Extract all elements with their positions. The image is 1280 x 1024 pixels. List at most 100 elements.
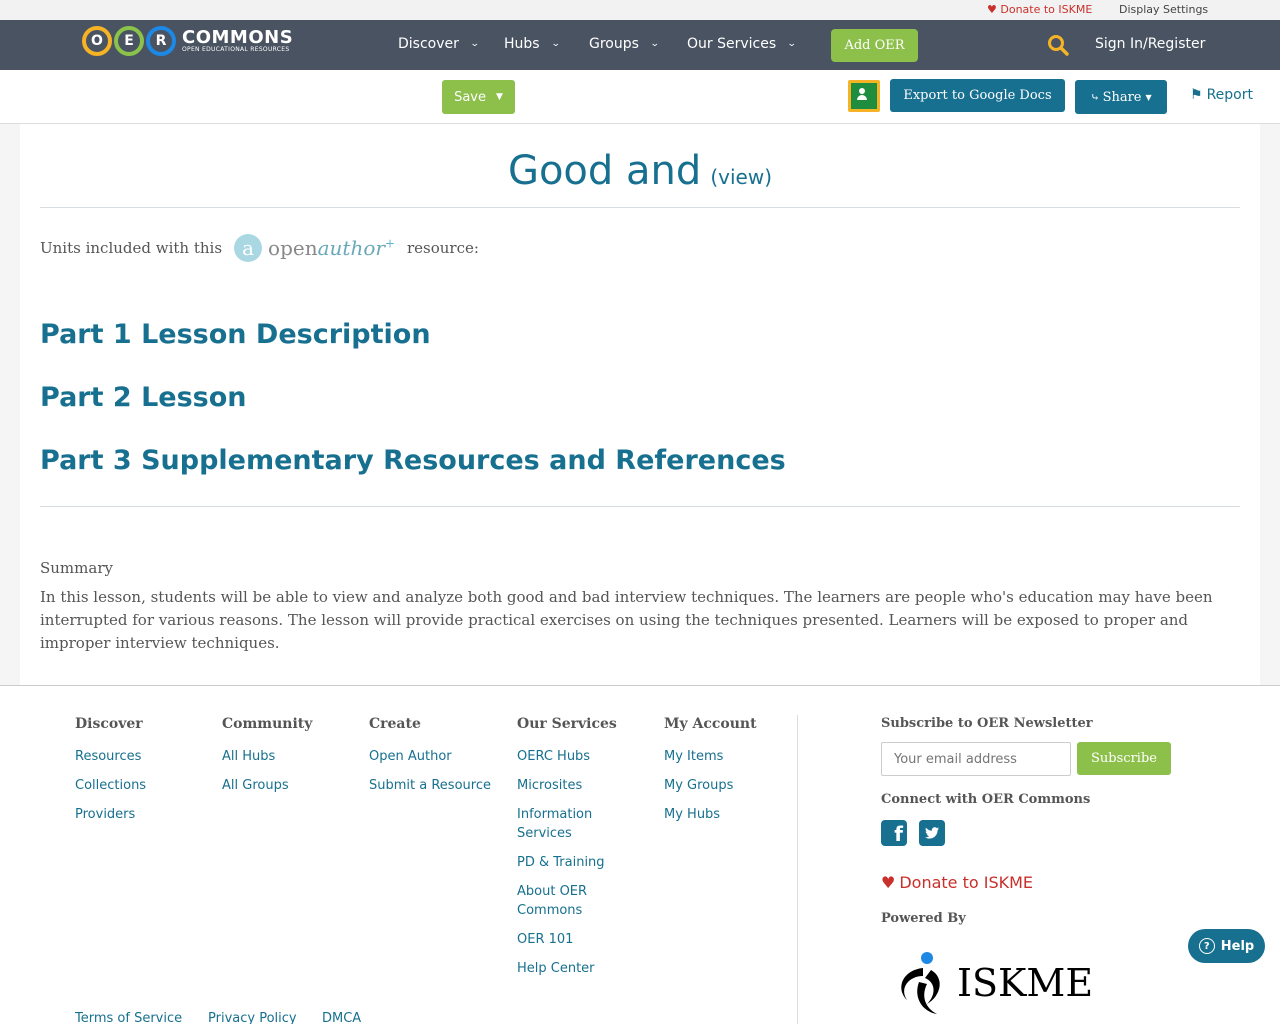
nav-discover-label: Discover (398, 36, 459, 52)
footer-col-create: Create Open Author Submit a Resource (369, 716, 491, 805)
chevron-down-icon: ⌄ (550, 39, 561, 49)
open-author-mark-icon: a (234, 234, 263, 262)
footer-heading: Discover (75, 716, 143, 732)
search-icon[interactable] (1047, 34, 1069, 56)
main-background: Good and (view) Units included with this… (0, 124, 1280, 685)
logo-letter-o: O (82, 26, 112, 56)
open-author-logo-author: author (317, 236, 385, 260)
footer-divider (797, 715, 798, 1024)
save-button[interactable]: Save ▼ (442, 80, 515, 114)
iskme-wordmark: ISKME (957, 961, 1094, 1005)
footer-link-open-author[interactable]: Open Author (369, 747, 491, 766)
footer-heading: My Account (664, 716, 757, 732)
save-label: Save (454, 89, 486, 105)
view-link[interactable]: (view) (710, 165, 772, 189)
logo-letter-r: R (146, 26, 176, 56)
donate-label: Donate to ISKME (1000, 3, 1093, 16)
units-suffix: resource: (407, 239, 479, 257)
divider (40, 207, 1240, 208)
help-button[interactable]: ? Help (1188, 929, 1265, 963)
footer-link-all-groups[interactable]: All Groups (222, 776, 312, 795)
nav-hubs[interactable]: Hubs ⌄ (504, 36, 561, 52)
report-label: Report (1206, 87, 1253, 103)
subscribe-button[interactable]: Subscribe (1077, 742, 1171, 775)
footer-heading: Our Services (517, 716, 617, 732)
caret-down-icon: ▼ (496, 92, 503, 102)
nav-our-services[interactable]: Our Services ⌄ (687, 36, 797, 52)
logo-word: COMMONS (182, 27, 294, 48)
chevron-down-icon: ⌄ (649, 39, 660, 49)
footer-link-submit-resource[interactable]: Submit a Resource (369, 776, 491, 795)
nav-hubs-label: Hubs (504, 36, 540, 52)
share-icon: ⤷ (1090, 90, 1100, 104)
utility-bar: ♥ Donate to ISKME Display Settings (0, 0, 1280, 20)
open-author-logo-open: open (268, 236, 318, 260)
powered-by-label: Powered By (881, 911, 966, 926)
export-to-google-docs-button[interactable]: Export to Google Docs (890, 79, 1065, 112)
footer-link-all-hubs[interactable]: All Hubs (222, 747, 312, 766)
iskme-mark-icon (901, 952, 940, 1014)
part-2-link[interactable]: Part 2 Lesson (40, 382, 247, 413)
iskme-logo[interactable]: ISKME (893, 948, 1093, 1018)
privacy-policy-link[interactable]: Privacy Policy (208, 1011, 297, 1024)
footer-link-my-items[interactable]: My Items (664, 747, 757, 766)
terms-of-service-link[interactable]: Terms of Service (75, 1011, 182, 1024)
footer-heading: Create (369, 716, 421, 732)
main-nav: O E R COMMONS OPEN EDUCATIONAL RESOURCES… (0, 20, 1280, 70)
part-3-link[interactable]: Part 3 Supplementary Resources and Refer… (40, 445, 786, 476)
chevron-down-icon: ⌄ (787, 39, 797, 49)
share-button[interactable]: ⤷ Share ▼ (1075, 80, 1167, 114)
connect-heading: Connect with OER Commons (881, 792, 1091, 807)
twitter-icon[interactable] (919, 820, 945, 846)
divider (40, 506, 1240, 507)
newsletter-heading: Subscribe to OER Newsletter (881, 716, 1093, 731)
summary-text: In this lesson, students will be able to… (40, 588, 1213, 652)
summary-label: Summary (40, 559, 113, 577)
report-link[interactable]: ⚑ Report (1190, 87, 1253, 103)
footer-link-pd-training[interactable]: PD & Training (517, 853, 627, 872)
heart-icon: ♥ (881, 873, 896, 892)
share-label: Share (1102, 89, 1142, 105)
part-1-link[interactable]: Part 1 Lesson Description (40, 319, 431, 350)
footer-link-resources[interactable]: Resources (75, 747, 146, 766)
title-row: Good and (view) (40, 148, 1240, 194)
footer-link-help-center[interactable]: Help Center (517, 959, 627, 978)
google-classroom-icon[interactable] (848, 80, 880, 112)
resource-content: Good and (view) Units included with this… (20, 124, 1260, 685)
nav-our-services-label: Our Services (687, 36, 777, 52)
footer-link-information-services[interactable]: Information Services (517, 805, 627, 843)
nav-groups[interactable]: Groups ⌄ (589, 36, 660, 52)
units-prefix: Units included with this (40, 239, 223, 257)
footer-col-my-account: My Account My Items My Groups My Hubs (664, 716, 757, 834)
facebook-icon[interactable]: f (881, 820, 907, 846)
add-oer-button[interactable]: Add OER (831, 29, 918, 62)
display-settings-link[interactable]: Display Settings (1119, 3, 1208, 16)
footer-link-my-groups[interactable]: My Groups (664, 776, 757, 795)
footer-donate-label: Donate to ISKME (899, 873, 1034, 892)
sign-in-register-link[interactable]: Sign In/Register (1095, 36, 1205, 52)
footer-donate-link[interactable]: ♥ Donate to ISKME (881, 873, 1033, 892)
donate-link-top[interactable]: ♥ Donate to ISKME (987, 3, 1092, 16)
footer-col-community: Community All Hubs All Groups (222, 716, 312, 805)
footer-link-oerc-hubs[interactable]: OERC Hubs (517, 747, 627, 766)
caret-down-icon: ▼ (1145, 92, 1152, 102)
plus-icon: + (384, 236, 395, 251)
footer-col-our-services: Our Services OERC Hubs Microsites Inform… (517, 716, 627, 988)
open-author-logo: a openauthor+ (234, 234, 395, 262)
nav-groups-label: Groups (589, 36, 639, 52)
nav-discover[interactable]: Discover ⌄ (398, 36, 480, 52)
newsletter-email-input[interactable] (881, 742, 1071, 776)
footer-link-collections[interactable]: Collections (75, 776, 146, 795)
footer-heading: Community (222, 716, 313, 732)
footer-link-my-hubs[interactable]: My Hubs (664, 805, 757, 824)
footer: Discover Resources Collections Providers… (0, 685, 1280, 1024)
help-label: Help (1220, 938, 1255, 954)
footer-link-microsites[interactable]: Microsites (517, 776, 627, 795)
resource-toolbar: Save ▼ Export to Google Docs ⤷ Share ▼ ⚑… (0, 70, 1280, 124)
footer-link-providers[interactable]: Providers (75, 805, 146, 824)
dmca-link[interactable]: DMCA (322, 1011, 361, 1024)
units-included: Units included with this a openauthor+ r… (40, 234, 479, 262)
oer-commons-logo[interactable]: O E R COMMONS OPEN EDUCATIONAL RESOURCES (82, 26, 293, 56)
footer-link-about[interactable]: About OER Commons (517, 882, 627, 920)
footer-link-oer-101[interactable]: OER 101 (517, 930, 627, 949)
